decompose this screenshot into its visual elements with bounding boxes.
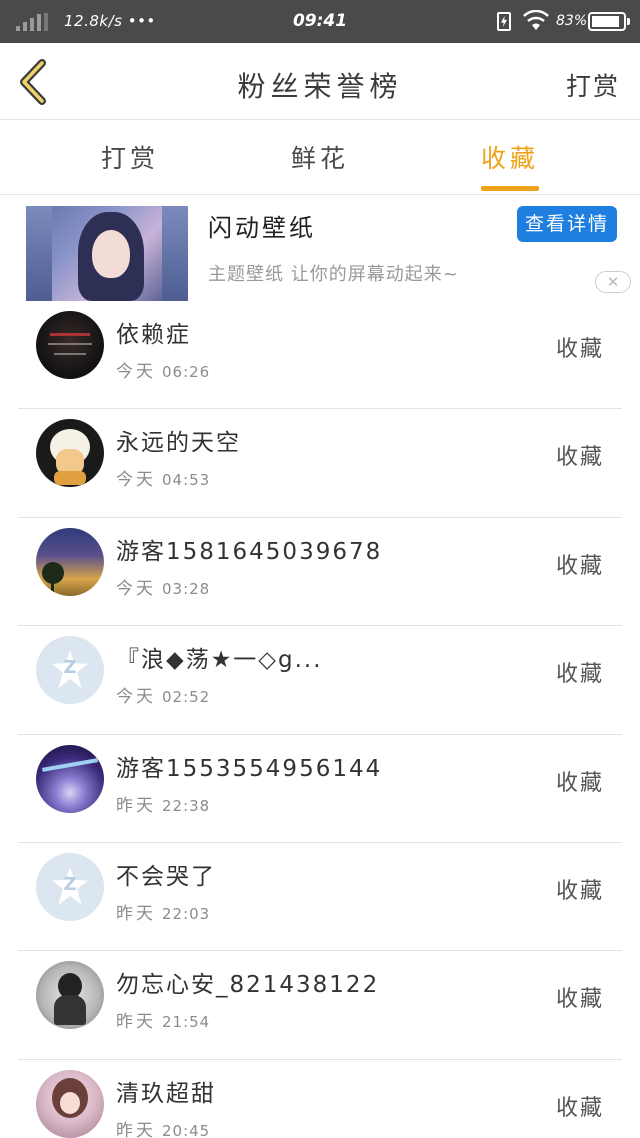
action-label: 收藏 [556,987,605,1013]
user-name: 永远的天空 [116,430,241,457]
user-name: 勿忘心安_821438122 [116,972,380,999]
action-label: 收藏 [556,662,605,688]
avatar [36,311,104,379]
list-item[interactable]: Z 『浪◆荡★一◇g... 今天 02:52 收藏 [0,626,640,735]
timestamp: 今天 02:52 [116,687,211,708]
timestamp: 昨天 20:45 [116,1120,211,1138]
avatar: Z [36,636,104,705]
charging-icon [497,12,511,31]
timestamp: 昨天 21:54 [116,1012,211,1033]
user-name: 『浪◆荡★一◇g... [116,647,323,674]
list-item[interactable]: Z 不会哭了 昨天 22:03 收藏 [0,843,640,952]
list-item[interactable]: 游客1553554956144 昨天 22:38 收藏 [0,735,640,844]
avatar: Z [36,852,104,921]
tab-bar: 打赏 鲜花 收藏 [0,121,640,195]
list-item[interactable]: 勿忘心安_821438122 昨天 21:54 收藏 [0,951,640,1061]
timestamp: 今天 03:28 [116,578,211,599]
user-name: 清玖超甜 [116,1080,216,1107]
status-bar: 12.8k/s ••• 09:41 83% [0,0,640,43]
action-label: 收藏 [556,553,605,579]
list-item[interactable]: 依赖症 今天 06:26 收藏 [0,301,640,410]
user-name: 不会哭了 [116,863,216,890]
action-label: 收藏 [556,337,605,362]
action-label: 收藏 [556,878,605,904]
reward-button[interactable]: 打赏 [566,67,620,103]
ad-banner[interactable]: 闪动壁纸 主题壁纸 让你的屏幕动起来~ 查看详情 ✕ [0,196,640,301]
action-label: 收藏 [556,1095,605,1121]
timestamp: 昨天 22:03 [116,903,211,924]
tab-favorites[interactable]: 收藏 [430,121,590,195]
fan-list: 依赖症 今天 06:26 收藏 永远的天空 今天 04:53 收藏 游客158164… [0,301,640,1138]
user-name: 依赖症 [116,322,191,348]
list-item[interactable]: 永远的天空 今天 04:53 收藏 [0,409,640,519]
page-title: 粉丝荣誉榜 [237,70,403,103]
action-label: 收藏 [556,445,605,471]
ad-subtitle: 主题壁纸 让你的屏幕动起来~ [208,264,459,285]
avatar [36,419,104,488]
wifi-icon [523,10,549,30]
user-name: 游客1553554956144 [116,755,383,782]
battery-icon [588,12,630,31]
avatar [36,744,104,813]
view-details-button[interactable]: 查看详情 [517,206,617,242]
nav-bar: 粉丝荣誉榜 打赏 [0,43,640,120]
avatar [36,1069,104,1138]
timestamp: 今天 06:26 [116,362,211,382]
active-tab-indicator [481,186,539,191]
timestamp: 今天 04:53 [116,470,211,491]
user-name: 游客1581645039678 [116,538,383,565]
tab-reward[interactable]: 打赏 [50,121,210,195]
action-label: 收藏 [556,770,605,796]
close-icon[interactable]: ✕ [595,271,631,293]
list-item[interactable]: 游客1581645039678 今天 03:28 收藏 [0,518,640,627]
avatar [36,961,104,1030]
timestamp: 昨天 22:38 [116,795,211,816]
ad-thumbnail[interactable] [26,206,188,301]
battery-percent: 83% [556,13,588,29]
list-item[interactable]: 清玖超甜 昨天 20:45 收藏 [0,1060,640,1138]
ad-title: 闪动壁纸 [208,214,316,242]
tab-flowers[interactable]: 鲜花 [240,121,400,195]
avatar [36,527,104,596]
